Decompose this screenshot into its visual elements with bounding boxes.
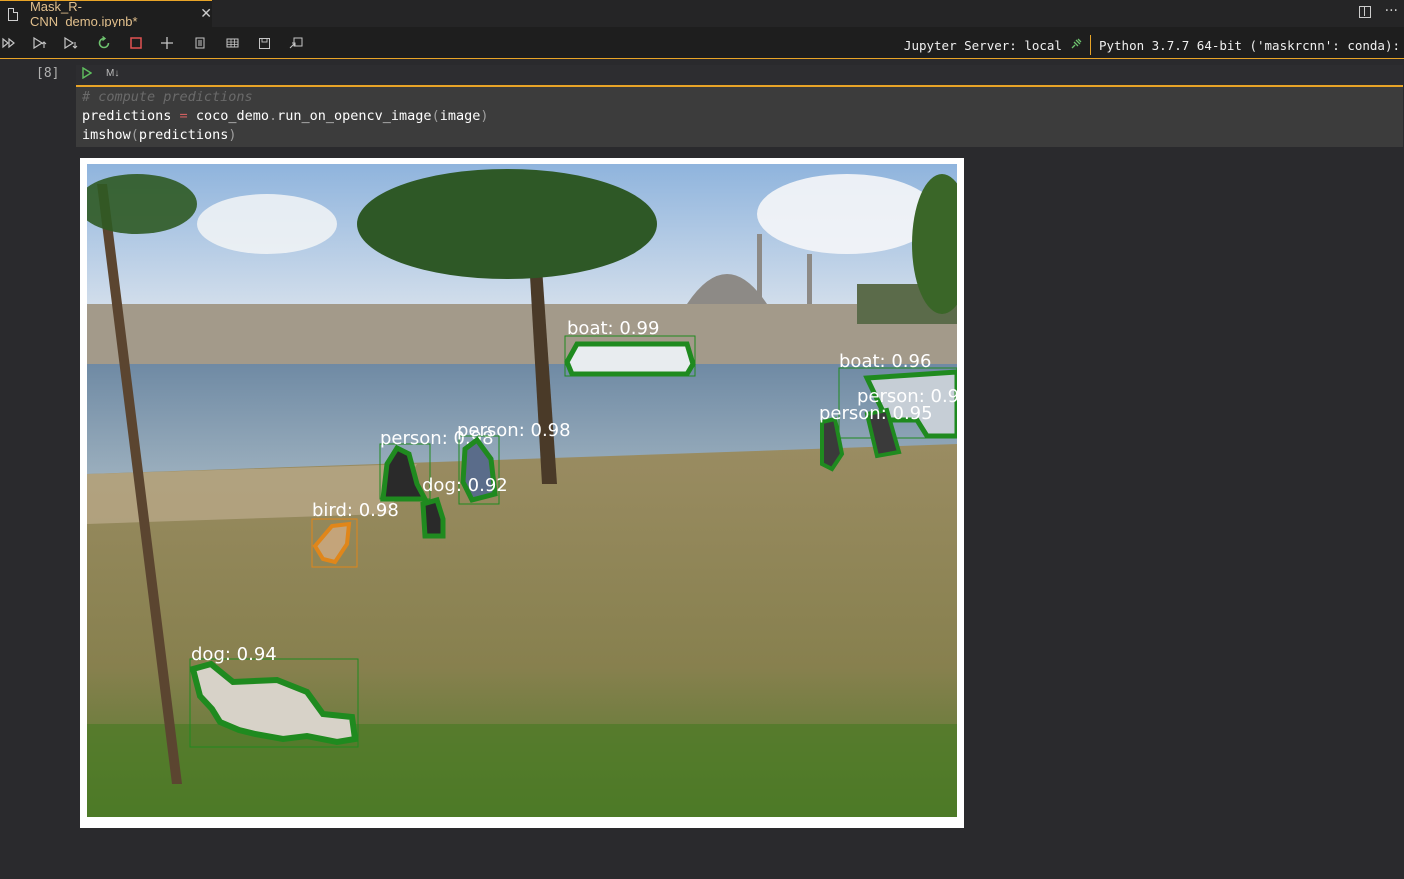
notebook-toolbar: Jupyter Server: local Python 3.7.7 64-bi… — [0, 27, 1404, 59]
kernel-selector[interactable]: Python 3.7.7 64-bit ('maskrcnn': conda): — [1099, 38, 1400, 53]
minaret — [807, 254, 812, 304]
tree-foliage — [357, 169, 657, 279]
code-line-2: predictions = coco_demo.run_on_opencv_im… — [82, 107, 1403, 126]
detection-label: person: 0.98 — [857, 386, 957, 407]
run-cell-icon[interactable] — [82, 66, 93, 82]
interrupt-kernel-icon[interactable] — [129, 35, 145, 51]
add-cell-icon[interactable] — [160, 35, 176, 51]
run-below-icon[interactable] — [63, 35, 79, 51]
markdown-toggle[interactable]: M↓ — [106, 68, 119, 79]
cloud — [757, 174, 937, 254]
code-token: imshow — [82, 127, 131, 143]
variables-icon[interactable] — [226, 35, 240, 51]
toolbar-divider — [1089, 35, 1091, 55]
code-line-3: imshow(predictions) — [82, 126, 1403, 145]
execution-count: [8] — [36, 66, 60, 81]
more-actions-icon[interactable]: ··· — [1385, 3, 1398, 19]
export-icon[interactable] — [289, 35, 305, 51]
code-token: ( — [130, 127, 139, 143]
minaret — [757, 234, 762, 304]
code-token: ) — [228, 127, 237, 143]
run-above-icon[interactable] — [32, 35, 48, 51]
cloud — [197, 194, 337, 254]
code-token: image — [439, 108, 481, 124]
notebook-tab[interactable]: Mask_R-CNN_demo.ipynb* ✕ — [0, 0, 212, 29]
green-grass — [87, 724, 957, 817]
code-token: run_on_opencv_image — [277, 108, 432, 124]
detection-label: person: 0.98 — [457, 420, 571, 441]
detection-label: boat: 0.99 — [567, 318, 659, 339]
server-connected-icon — [1070, 38, 1082, 53]
code-token: predictions — [82, 108, 172, 124]
split-editor-icon[interactable] — [1358, 6, 1371, 18]
code-comment: # compute predictions — [82, 89, 253, 105]
cell-output: boat: 0.99 boat: 0.96 person: 0.95 perso… — [80, 158, 964, 828]
detection-label: dog: 0.92 — [422, 475, 508, 496]
tab-title: Mask_R-CNN_demo.ipynb* — [29, 0, 138, 29]
code-editor[interactable]: # compute predictions predictions = coco… — [76, 87, 1403, 147]
code-token: coco_demo — [195, 108, 269, 124]
file-icon — [8, 7, 18, 21]
restart-kernel-icon[interactable] — [96, 35, 112, 51]
code-token: ) — [480, 108, 489, 124]
cell-toolbar: M↓ — [76, 65, 1403, 87]
code-token: = — [179, 108, 188, 124]
detection-label: boat: 0.96 — [839, 351, 931, 372]
clear-outputs-icon[interactable] — [194, 35, 208, 51]
save-icon[interactable] — [258, 35, 272, 51]
dog-mask — [420, 496, 446, 539]
prediction-image: boat: 0.99 boat: 0.96 person: 0.95 perso… — [87, 164, 957, 817]
editor-tab-bar: Mask_R-CNN_demo.ipynb* ✕ ··· — [0, 0, 1404, 29]
code-token: . — [268, 108, 278, 124]
code-token: predictions — [138, 127, 229, 143]
code-token: ( — [431, 108, 440, 124]
close-tab-icon[interactable]: ✕ — [200, 6, 212, 22]
boat-mask — [564, 341, 696, 377]
city-skyline — [87, 304, 957, 364]
jupyter-server-status[interactable]: Jupyter Server: local — [904, 38, 1062, 53]
detection-label: bird: 0.98 — [312, 500, 399, 521]
run-all-icon[interactable] — [2, 35, 16, 51]
detection-label: dog: 0.94 — [191, 644, 277, 665]
